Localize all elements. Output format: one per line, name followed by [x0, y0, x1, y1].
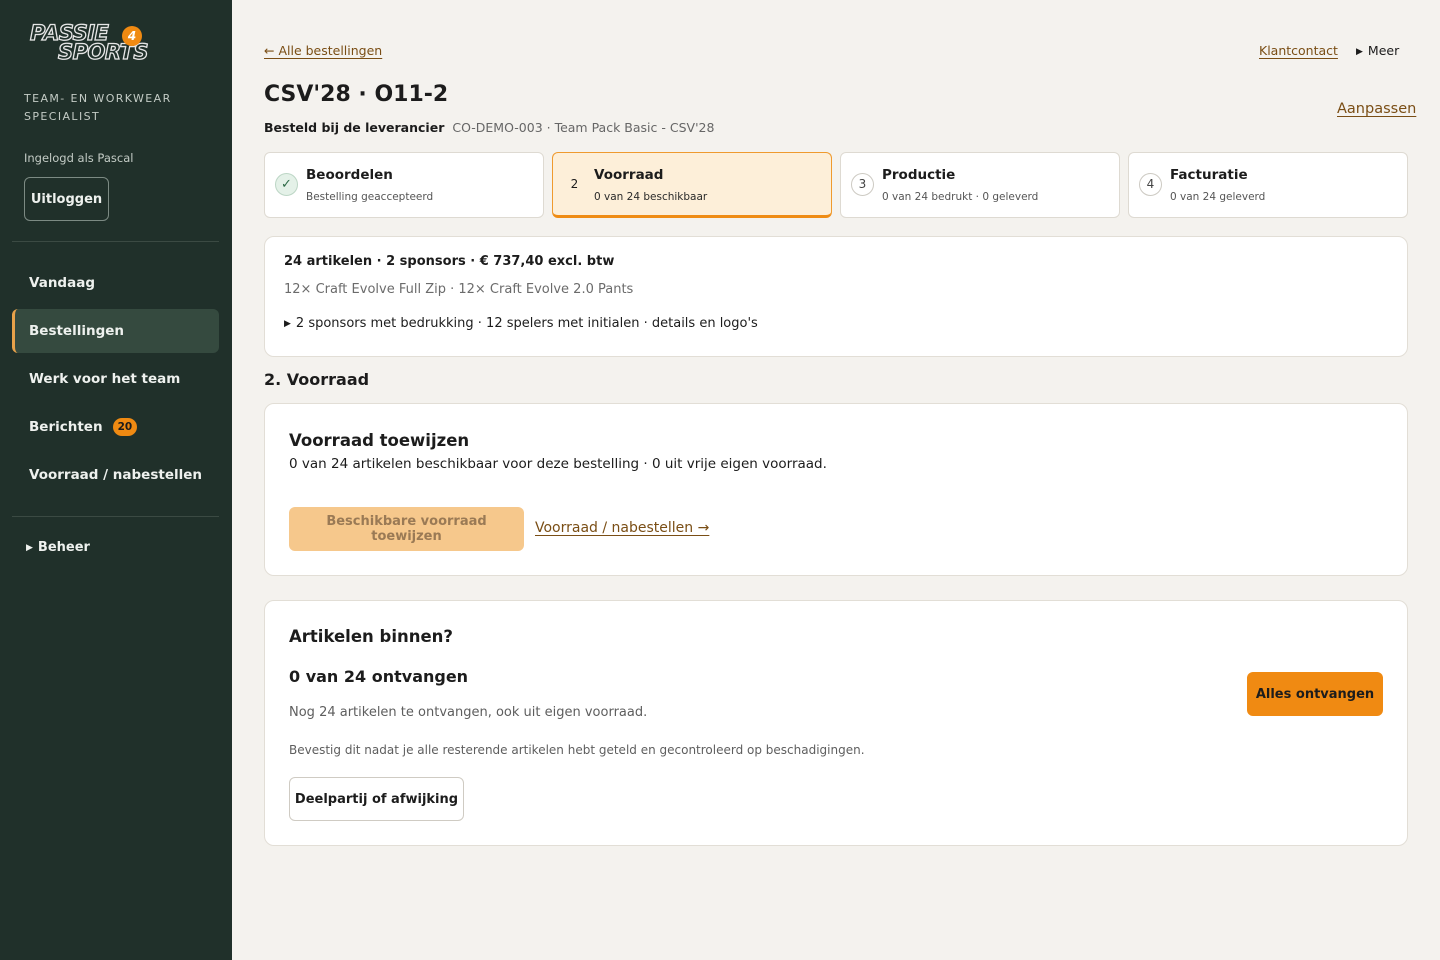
voorraad-nabestellen-link[interactable]: Voorraad / nabestellen → [535, 520, 709, 536]
summary-details-toggle[interactable]: ▶ 2 sponsors met bedrukking · 12 spelers … [284, 316, 758, 331]
sidebar-item-voorraad-nabestellen[interactable]: Voorraad / nabestellen [12, 453, 219, 497]
order-subline: Besteld bij de leverancier CO-DEMO-003 · … [264, 120, 714, 135]
step-status: Bestelling geaccepteerd [306, 191, 434, 203]
logout-button[interactable]: Uitloggen [24, 177, 109, 221]
sidebar: PASSIE SPORTS 4 TEAM- EN WORKWEAR SPECIA… [0, 0, 232, 960]
tagline: TEAM- EN WORKWEAR SPECIALIST [24, 92, 172, 123]
sidebar-item-vandaag[interactable]: Vandaag [12, 261, 219, 305]
sidebar-divider [12, 241, 219, 242]
sidebar-item-label: Berichten [29, 419, 103, 435]
step-status: 0 van 24 bedrukt · 0 geleverd [882, 191, 1039, 203]
order-status: Besteld bij de leverancier [264, 120, 445, 135]
step-name: Productie [882, 167, 956, 183]
step-status: 0 van 24 beschikbaar [594, 191, 708, 203]
sidebar-item-berichten[interactable]: Berichten 20 [12, 405, 219, 449]
step-voorraad[interactable]: 2 Voorraad 0 van 24 beschikbaar [552, 152, 832, 218]
step-productie[interactable]: 3 Productie 0 van 24 bedrukt · 0 gelever… [840, 152, 1120, 218]
summary-title: 24 artikelen · 2 sponsors · € 737,40 exc… [284, 254, 615, 269]
step-name: Voorraad [594, 167, 664, 183]
step-name: Facturatie [1170, 167, 1248, 183]
logged-in-user: Ingelogd als Pascal [24, 151, 134, 165]
meer-label: Meer [1367, 43, 1400, 58]
summary-details-label: 2 sponsors met bedrukking · 12 spelers m… [295, 316, 758, 331]
summary-items: 12× Craft Evolve Full Zip · 12× Craft Ev… [284, 282, 634, 297]
instruction-text: Bevestig dit nadat je alle resterende ar… [289, 743, 865, 757]
stock-card-title: Voorraad toewijzen [289, 431, 470, 450]
step-beoordelen[interactable]: ✓ Beoordelen Bestelling geaccepteerd [264, 152, 544, 218]
sidebar-item-label: Werk voor het team [29, 371, 181, 387]
stock-assign-card: Voorraad toewijzen 0 van 24 artikelen be… [264, 403, 1408, 576]
beheer-toggle[interactable]: ▶ Beheer [26, 540, 90, 555]
step-facturatie[interactable]: 4 Facturatie 0 van 24 geleverd [1128, 152, 1408, 218]
receive-all-button[interactable]: Alles ontvangen [1247, 672, 1383, 716]
sidebar-item-label: Bestellingen [29, 323, 125, 339]
order-summary-card: 24 artikelen · 2 sponsors · € 737,40 exc… [264, 236, 1408, 357]
sidebar-divider [12, 516, 219, 517]
assign-stock-button[interactable]: Beschikbare voorraad toewijzen [289, 507, 524, 551]
step-number: 2 [563, 173, 586, 196]
step-number: 4 [1139, 173, 1162, 196]
passie4sports-logo[interactable]: PASSIE SPORTS 4 [29, 22, 170, 68]
sidebar-item-bestellingen[interactable]: Bestellingen [12, 309, 219, 353]
sidebar-item-label: Voorraad / nabestellen [29, 467, 202, 483]
step-number: 3 [851, 173, 874, 196]
triangle-right-icon: ▶ [26, 543, 33, 553]
remaining-text: Nog 24 artikelen te ontvangen, ook uit e… [289, 705, 648, 720]
step-status: 0 van 24 geleverd [1170, 191, 1266, 203]
receive-card-title: Artikelen binnen? [289, 627, 453, 646]
page-title: CSV'28 · O11-2 [264, 82, 449, 107]
section-heading: 2. Voorraad [264, 370, 370, 389]
receive-items-card: Artikelen binnen? 0 van 24 ontvangen Nog… [264, 600, 1408, 846]
logo-line-2: SPORTS [57, 40, 149, 64]
edit-order-link[interactable]: Aanpassen [1337, 101, 1416, 117]
stock-card-text: 0 van 24 artikelen beschikbaar voor deze… [289, 456, 827, 472]
logo-four-badge: 4 [122, 26, 142, 46]
klantcontact-link[interactable]: Klantcontact [1259, 43, 1338, 58]
triangle-right-icon: ▶ [284, 319, 291, 329]
sidebar-item-werk-voor-het-team[interactable]: Werk voor het team [12, 357, 219, 401]
check-icon: ✓ [275, 173, 298, 196]
meer-menu[interactable]: ▶ Meer [1356, 43, 1399, 58]
partial-delivery-button[interactable]: Deelpartij of afwijking [289, 777, 464, 821]
step-name: Beoordelen [306, 167, 393, 183]
beheer-label: Beheer [37, 540, 90, 555]
triangle-right-icon: ▶ [1356, 47, 1363, 57]
unread-count-badge: 20 [112, 418, 138, 436]
sidebar-item-label: Vandaag [29, 275, 95, 291]
order-reference: CO-DEMO-003 · Team Pack Basic - CSV'28 [452, 120, 715, 135]
received-count: 0 van 24 ontvangen [289, 667, 469, 686]
back-to-orders-link[interactable]: ← Alle bestellingen [264, 43, 382, 58]
